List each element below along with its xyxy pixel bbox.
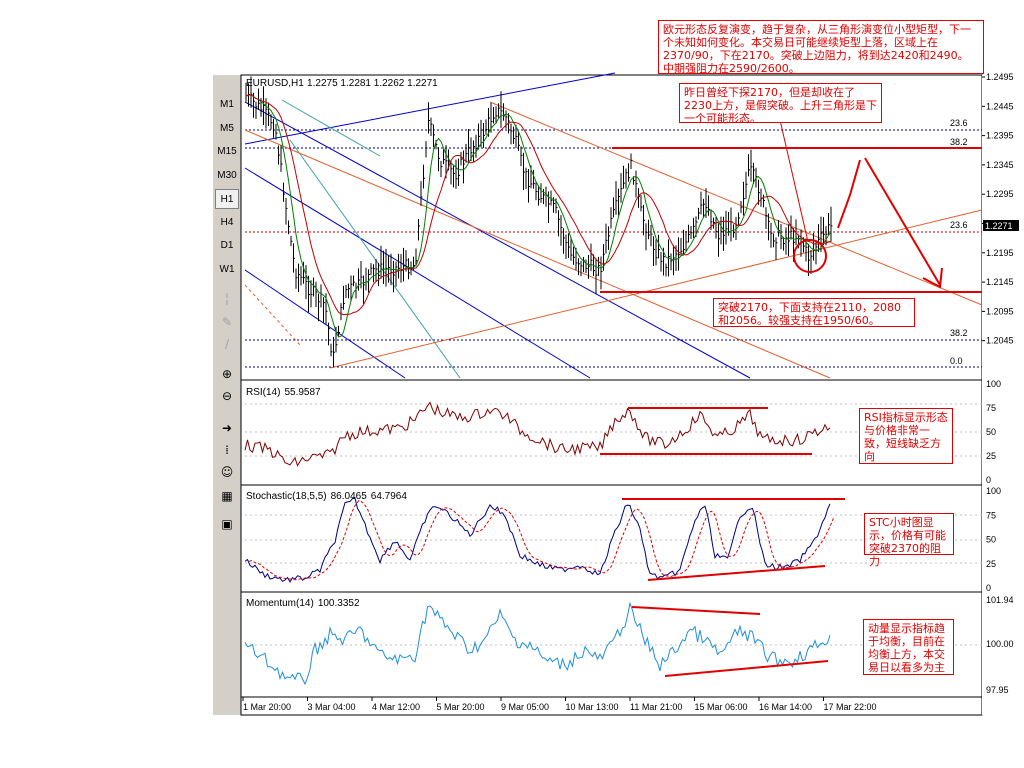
price-axis-label: 1.2295: [986, 189, 1014, 199]
price-axis-label: 1.2395: [986, 131, 1014, 141]
time-axis-label: 1 Mar 20:00: [243, 702, 291, 712]
price-axis-label: 1.2445: [986, 101, 1014, 111]
momentum-axis-label: 100.00: [986, 639, 1014, 649]
price-axis-label: 1.2345: [986, 160, 1014, 170]
fib-level-label: 23.6: [950, 220, 968, 230]
indicator-axis-label: 75: [986, 403, 996, 413]
indicator-axis-label: 25: [986, 451, 996, 461]
symbol-label: EURUSD,H1 1.2275 1.2281 1.2262 1.2271: [246, 78, 438, 89]
price-axis-label: 1.2145: [986, 277, 1014, 287]
indicator-axis-label: 0: [986, 583, 991, 593]
time-axis-label: 3 Mar 04:00: [308, 702, 356, 712]
note-false-breakout: 昨日曾经下探2170，但是却收在了2230上方，是假突破。上升三角形是下一个可能…: [679, 83, 882, 125]
fib-level-label: 23.6: [950, 118, 968, 128]
note-momentum: 动量显示指标趋于均衡，目前在均衡上方，本交易日以看多为主: [863, 619, 954, 675]
time-axis-label: 10 Mar 13:00: [566, 702, 619, 712]
price-axis-label: 1.2495: [986, 72, 1014, 82]
indicator-axis-label: 0: [986, 475, 991, 485]
time-axis-label: 9 Mar 05:00: [501, 702, 549, 712]
indicator-axis-label: 100: [986, 486, 1001, 496]
momentum-label: Momentum(14) 100.3352: [246, 598, 360, 609]
note-stc: STC小时图显示，价格有可能突破2370的阻力: [864, 513, 954, 568]
note-top: 欧元形态反复演变，趋于复杂，从三角形演变位小型矩型，下一个未知如何变化。本交易日…: [658, 20, 984, 75]
price-axis-label: 1.2195: [986, 248, 1014, 258]
current-price-text: 1.2271: [985, 221, 1013, 231]
time-axis-label: 17 Mar 22:00: [824, 702, 877, 712]
note-support: 突破2170，下面支持在2110，2080和2056。较强支持在1950/60。: [713, 298, 915, 327]
price-axis-label: 1.2045: [986, 336, 1014, 346]
time-axis-label: 4 Mar 12:00: [372, 702, 420, 712]
momentum-axis-label: 97.95: [986, 685, 1009, 695]
fib-level-label: 0.0: [950, 356, 963, 366]
indicator-axis-label: 100: [986, 379, 1001, 389]
fib-level-label: 38.2: [950, 328, 968, 338]
momentum-axis-label: 101.94: [986, 595, 1014, 605]
time-axis-label: 15 Mar 06:00: [695, 702, 748, 712]
time-axis-label: 16 Mar 14:00: [759, 702, 812, 712]
indicator-axis-label: 50: [986, 427, 996, 437]
indicator-axis-label: 75: [986, 510, 996, 520]
fib-level-label: 38.2: [950, 137, 968, 147]
time-axis-label: 5 Mar 20:00: [437, 702, 485, 712]
indicator-axis-label: 50: [986, 535, 996, 545]
rsi-label: RSI(14) 55.9587: [246, 387, 321, 398]
indicator-axis-label: 25: [986, 559, 996, 569]
price-axis-area: [982, 75, 1024, 715]
price-axis-label: 1.2095: [986, 306, 1014, 316]
note-rsi: RSI指标显示形态与价格非常一致，短线缺乏方向: [859, 408, 953, 464]
time-axis-label: 11 Mar 21:00: [630, 702, 682, 712]
